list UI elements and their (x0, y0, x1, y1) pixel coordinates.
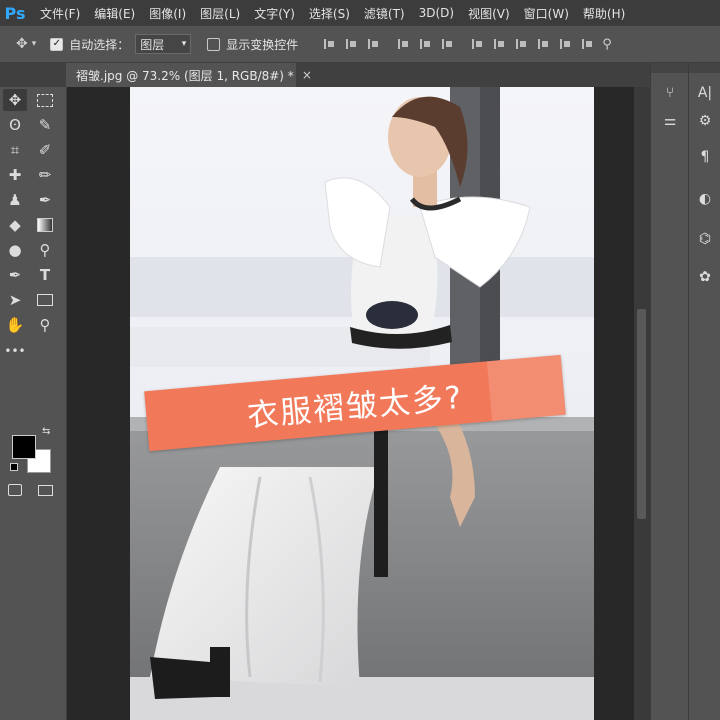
history-brush-tool-icon[interactable]: ✒ (33, 189, 57, 211)
menu-3d[interactable]: 3D(D) (419, 6, 454, 20)
panel-dock-1: ⑂ ⚌ (650, 63, 689, 720)
character-panel-icon[interactable]: A| (693, 85, 717, 101)
menu-window[interactable]: 窗口(W) (524, 5, 569, 22)
distribute-left-icon[interactable] (538, 38, 549, 50)
align-horizontal-center-icon[interactable] (420, 38, 431, 50)
brush-tool-icon[interactable]: ✏ (33, 164, 57, 186)
search-icon[interactable]: ⚲ (602, 37, 612, 52)
more-tools-icon[interactable]: ••• (3, 340, 27, 362)
document-tab-title: 褶皱.jpg @ 73.2% (图层 1, RGB/8#) * (76, 68, 294, 83)
dodge-tool-icon[interactable]: ⚲ (33, 239, 57, 261)
menu-help[interactable]: 帮助(H) (583, 5, 625, 22)
marquee-tool-icon[interactable] (33, 89, 57, 111)
menu-file[interactable]: 文件(F) (40, 5, 80, 22)
healing-brush-tool-icon[interactable]: ✚ (3, 164, 27, 186)
document-tab-bar: 褶皱.jpg @ 73.2% (图层 1, RGB/8#) * × (0, 63, 650, 87)
auto-select-target-dropdown[interactable]: 图层 ▾ (135, 34, 192, 54)
color-panel-icon[interactable]: ◐ (693, 191, 717, 207)
move-tool-preset-icon[interactable]: ✥ (16, 36, 28, 52)
distribute-right-icon[interactable] (582, 38, 593, 50)
eyedropper-tool-icon[interactable]: ✐ (33, 139, 57, 161)
distribute-vertical-center-icon[interactable] (494, 38, 505, 50)
type-tool-icon[interactable]: T (33, 264, 57, 286)
path-selection-tool-icon[interactable]: ➤ (3, 289, 27, 311)
default-colors-icon[interactable] (10, 463, 18, 471)
foreground-color-swatch[interactable] (12, 435, 36, 459)
clone-stamp-tool-icon[interactable]: ♟ (3, 189, 27, 211)
menu-edit[interactable]: 编辑(E) (94, 5, 135, 22)
options-bar: ✥ ▾ ✓ 自动选择： 图层 ▾ 显示变换控件 ⚲ (0, 26, 720, 63)
menu-view[interactable]: 视图(V) (468, 5, 510, 22)
distribute-top-icon[interactable] (472, 38, 483, 50)
chevron-down-icon: ▾ (181, 39, 187, 49)
menu-type[interactable]: 文字(Y) (254, 5, 295, 22)
align-bottom-icon[interactable] (368, 38, 379, 50)
banner-text: 衣服褶皱太多? (245, 379, 465, 434)
scrollbar-thumb[interactable] (637, 309, 646, 519)
menu-image[interactable]: 图像(I) (149, 5, 186, 22)
banner-highlight (486, 354, 566, 422)
swatches-icon[interactable]: ✿ (693, 269, 717, 285)
panel-dock-header[interactable] (689, 63, 720, 73)
align-left-icon[interactable] (398, 38, 409, 50)
close-icon[interactable]: × (302, 68, 312, 82)
menu-layer[interactable]: 图层(L) (200, 5, 240, 22)
eraser-tool-icon[interactable]: ◆ (3, 214, 27, 236)
quick-selection-tool-icon[interactable]: ✎ (33, 114, 57, 136)
brush-presets-icon[interactable]: ⑂ (658, 85, 682, 101)
blur-tool-icon[interactable]: ● (3, 239, 27, 261)
document-image[interactable]: 衣服褶皱太多? (130, 87, 594, 720)
distribute-horizontal-center-icon[interactable] (560, 38, 571, 50)
chevron-down-icon[interactable]: ▾ (32, 39, 37, 49)
swap-colors-icon[interactable]: ⇆ (42, 426, 50, 437)
menu-select[interactable]: 选择(S) (309, 5, 350, 22)
document-tab[interactable]: 褶皱.jpg @ 73.2% (图层 1, RGB/8#) * × (66, 63, 312, 87)
auto-select-label: 自动选择： (69, 37, 130, 52)
adjustments-icon[interactable]: ⚌ (658, 113, 682, 129)
auto-select-target-value: 图层 (140, 37, 165, 52)
zoom-tool-icon[interactable]: ⚲ (33, 314, 57, 336)
photoshop-logo: Ps (4, 3, 26, 23)
panel-dock-header[interactable] (651, 63, 689, 73)
distribute-bottom-icon[interactable] (516, 38, 527, 50)
rectangle-tool-icon[interactable] (33, 289, 57, 311)
lasso-tool-icon[interactable]: ʘ (3, 114, 27, 136)
properties-icon[interactable]: ⚙ (693, 113, 717, 129)
gradient-tool-icon[interactable] (33, 214, 57, 236)
screen-mode-icon[interactable] (33, 479, 57, 501)
panel-dock-2: A| ⚙ ¶ ◐ ⌬ ✿ (688, 63, 720, 720)
hand-tool-icon[interactable]: ✋ (3, 314, 27, 336)
align-vertical-center-icon[interactable] (346, 38, 357, 50)
menu-bar: Ps 文件(F) 编辑(E) 图像(I) 图层(L) 文字(Y) 选择(S) 滤… (0, 0, 720, 26)
canvas-area[interactable]: 衣服褶皱太多? (67, 87, 650, 720)
quick-mask-icon[interactable] (3, 479, 27, 501)
menu-filter[interactable]: 滤镜(T) (364, 5, 405, 22)
align-top-icon[interactable] (324, 38, 335, 50)
pen-tool-icon[interactable]: ✒ (3, 264, 27, 286)
show-transform-checkbox[interactable] (207, 37, 221, 51)
vertical-scrollbar[interactable] (634, 87, 650, 720)
auto-select-checkbox[interactable]: ✓ (50, 37, 64, 51)
paragraph-icon[interactable]: ¶ (693, 149, 717, 165)
show-transform-label: 显示变换控件 (226, 37, 299, 52)
align-right-icon[interactable] (442, 38, 453, 50)
paths-icon[interactable]: ⌬ (693, 231, 717, 247)
move-tool-icon[interactable]: ✥ (3, 89, 27, 111)
crop-tool-icon[interactable]: ⌗ (3, 139, 27, 161)
tools-panel: ◂◂ ✥ ʘ ✎ ⌗ ✐ ✚ ✏ ♟ ✒ ◆ ● ⚲ ✒ T ➤ ✋ ⚲ •••… (0, 63, 67, 720)
